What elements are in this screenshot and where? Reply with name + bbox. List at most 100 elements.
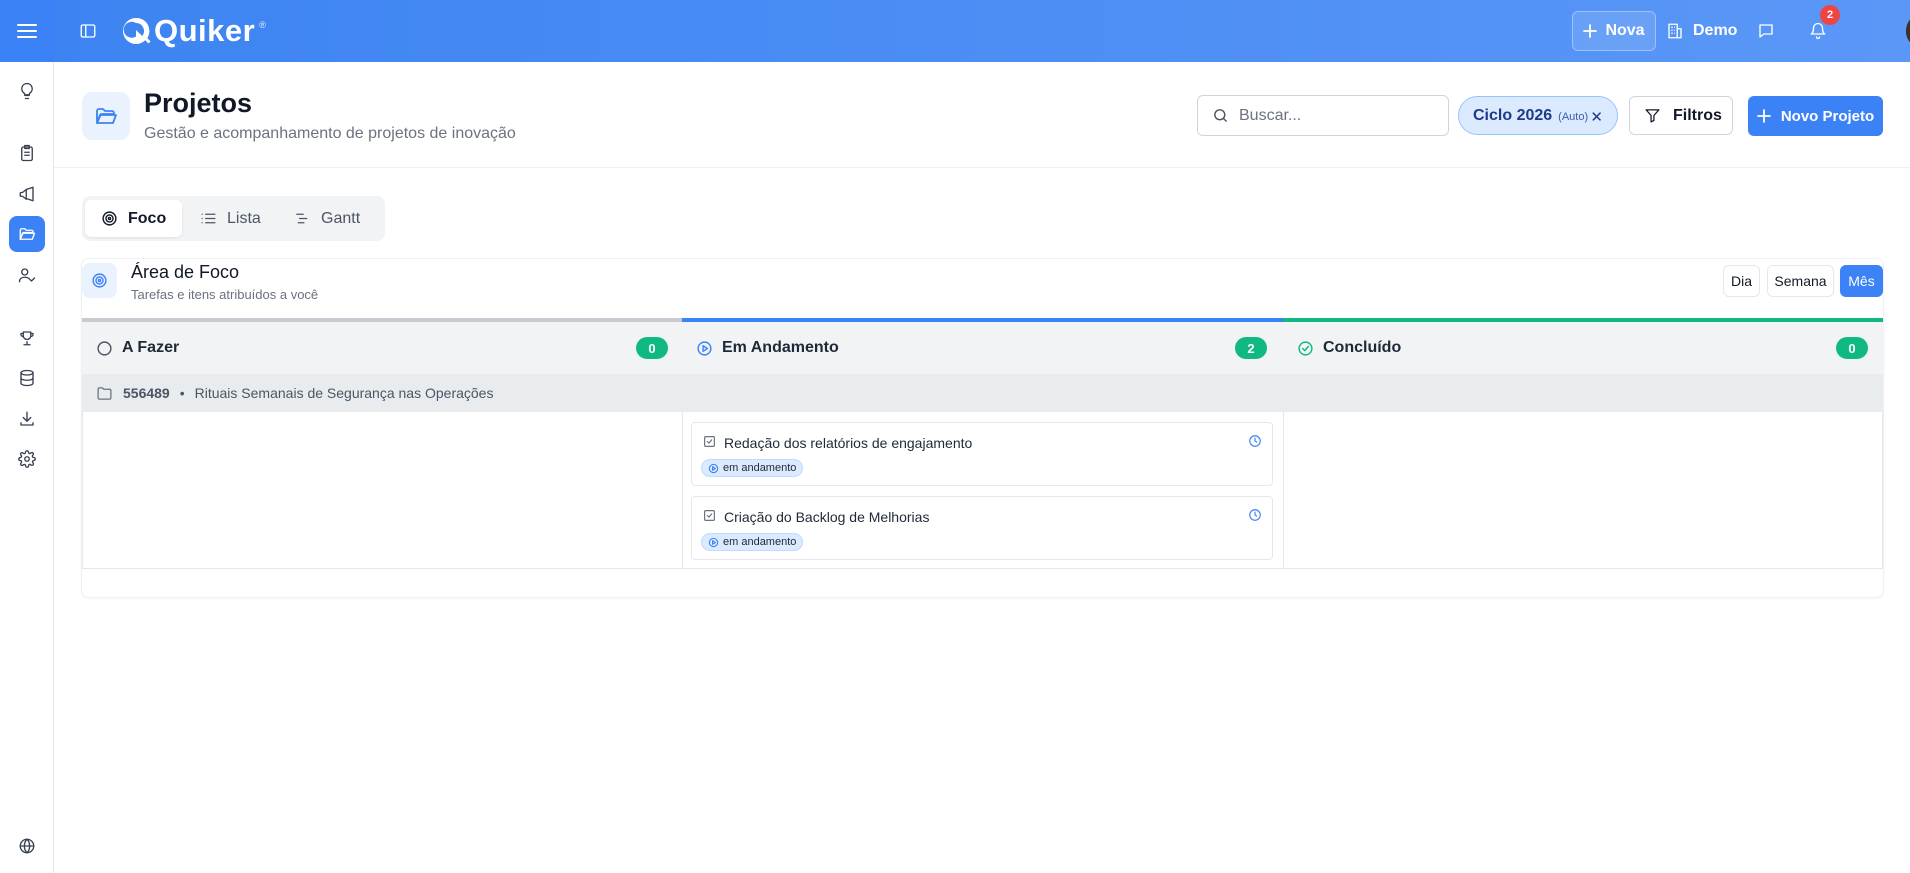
column-color-bar: [82, 318, 682, 322]
column-title-label: Concluído: [1323, 339, 1402, 356]
tab-foco[interactable]: Foco: [85, 200, 182, 237]
tab-label: Foco: [128, 209, 167, 227]
trophy-icon: [18, 329, 36, 347]
sidebar-item-ideas[interactable]: [9, 73, 45, 109]
play-circle-icon: [708, 537, 719, 548]
tab-label: Lista: [227, 209, 261, 227]
header-divider: [54, 167, 1910, 168]
new-button-label: Nova: [1605, 22, 1645, 39]
chat-icon: [1757, 22, 1775, 40]
registered-mark: ®: [259, 20, 266, 30]
tab-gantt[interactable]: Gantt: [278, 200, 382, 237]
new-button[interactable]: Nova: [1572, 11, 1656, 51]
status-badge: em andamento: [701, 459, 804, 477]
task-card[interactable]: Criação do Backlog de Melhorias em andam…: [691, 496, 1273, 560]
task-title: Redação dos relatórios de engajamento: [724, 435, 973, 451]
folder-open-icon: [94, 104, 118, 128]
sidebar-item-tasks[interactable]: [9, 135, 45, 171]
user-check-icon: [18, 266, 36, 284]
focus-title: Área de Foco: [131, 262, 240, 282]
workspace-label: Demo: [1693, 22, 1738, 39]
filters-button[interactable]: Filtros: [1629, 96, 1733, 135]
page-icon: [82, 92, 130, 140]
logo-mark-icon: [120, 15, 152, 47]
download-icon: [18, 410, 36, 428]
sidebar-item-language[interactable]: [9, 828, 45, 864]
topbar: Quiker ® Nova Demo 2: [54, 0, 1910, 62]
search-input[interactable]: [1239, 106, 1439, 125]
view-tabs: Foco Lista Gantt: [82, 196, 385, 241]
panel-left-icon: [79, 22, 97, 40]
check-circle-icon: [1297, 340, 1314, 357]
megaphone-icon: [18, 185, 36, 203]
plus-icon: [1583, 24, 1598, 38]
messages-button[interactable]: [1754, 19, 1778, 43]
status-badge: em andamento: [701, 533, 804, 551]
task-card[interactable]: Redação dos relatórios de engajamento em…: [691, 422, 1273, 486]
notification-badge: 2: [1820, 5, 1840, 25]
gear-icon: [18, 450, 36, 468]
column-header-todo: A Fazer 0: [82, 318, 682, 374]
user-avatar[interactable]: [1906, 13, 1910, 49]
sidebar-item-settings[interactable]: [9, 441, 45, 477]
close-icon[interactable]: ✕: [1590, 108, 1603, 126]
checkbox-icon: [703, 509, 716, 522]
column-title-label: Em Andamento: [722, 339, 839, 356]
folder-open-icon: [18, 225, 36, 243]
period-week-button[interactable]: Semana: [1767, 265, 1834, 297]
project-group-row[interactable]: 556489 • Rituais Semanais de Segurança n…: [82, 374, 1883, 412]
column-color-bar: [1283, 318, 1883, 322]
new-project-label: Novo Projeto: [1780, 107, 1875, 125]
column-color-bar: [682, 318, 1283, 322]
project-name: Rituais Semanais de Segurança nas Operaç…: [194, 385, 494, 401]
tab-lista[interactable]: Lista: [184, 200, 280, 237]
sidebar-item-campaigns[interactable]: [9, 176, 45, 212]
focus-icon-box: [82, 263, 117, 298]
play-circle-icon: [696, 340, 713, 357]
target-icon: [91, 272, 108, 289]
page-subtitle: Gestão e acompanhamento de projetos de i…: [144, 125, 516, 142]
column-divider: [682, 412, 683, 569]
column-header-done: Concluído 0: [1283, 318, 1883, 374]
app-logo[interactable]: Quiker ®: [120, 13, 266, 49]
sidebar-item-ranking[interactable]: [9, 320, 45, 356]
gantt-icon: [294, 210, 311, 227]
column-count-badge: 0: [636, 337, 668, 359]
workspace-switcher[interactable]: Demo: [1666, 19, 1737, 43]
period-month-button[interactable]: Mês: [1840, 265, 1883, 297]
list-icon: [200, 210, 217, 227]
globe-icon: [18, 837, 36, 855]
database-icon: [18, 369, 36, 387]
sidebar-item-downloads[interactable]: [9, 401, 45, 437]
status-label: em andamento: [723, 536, 797, 548]
sidebar-item-projects[interactable]: [9, 216, 45, 252]
menu-button[interactable]: [0, 0, 54, 62]
column-count-badge: 0: [1836, 337, 1868, 359]
sidebar-item-database[interactable]: [9, 360, 45, 396]
lightbulb-icon: [18, 82, 36, 100]
column-header-in-progress: Em Andamento 2: [682, 318, 1283, 374]
clipboard-icon: [18, 144, 36, 162]
column-title: Em Andamento: [696, 339, 839, 357]
column-title-label: A Fazer: [122, 339, 180, 356]
project-code: 556489: [123, 385, 170, 401]
cycle-filter-chip[interactable]: Ciclo 2026 (Auto) ✕: [1458, 96, 1618, 135]
new-project-button[interactable]: Novo Projeto: [1748, 96, 1883, 136]
sidebar: [0, 0, 54, 873]
search-box[interactable]: [1197, 95, 1449, 136]
task-title: Criação do Backlog de Melhorias: [724, 509, 930, 525]
period-day-button[interactable]: Dia: [1723, 265, 1760, 297]
app-name: Quiker: [154, 13, 256, 48]
target-icon: [101, 210, 118, 227]
column-count-badge: 2: [1235, 337, 1267, 359]
cycle-label: Ciclo 2026: [1473, 106, 1553, 124]
focus-subtitle: Tarefas e itens atribuídos a você: [131, 287, 319, 302]
plus-icon: [1756, 109, 1771, 123]
filters-label: Filtros: [1673, 106, 1722, 124]
column-divider: [1283, 412, 1284, 569]
hamburger-icon: [17, 23, 37, 39]
status-label: em andamento: [723, 462, 797, 474]
toggle-panel-button[interactable]: [76, 19, 100, 43]
sidebar-item-users[interactable]: [9, 257, 45, 293]
circle-icon: [96, 340, 113, 357]
